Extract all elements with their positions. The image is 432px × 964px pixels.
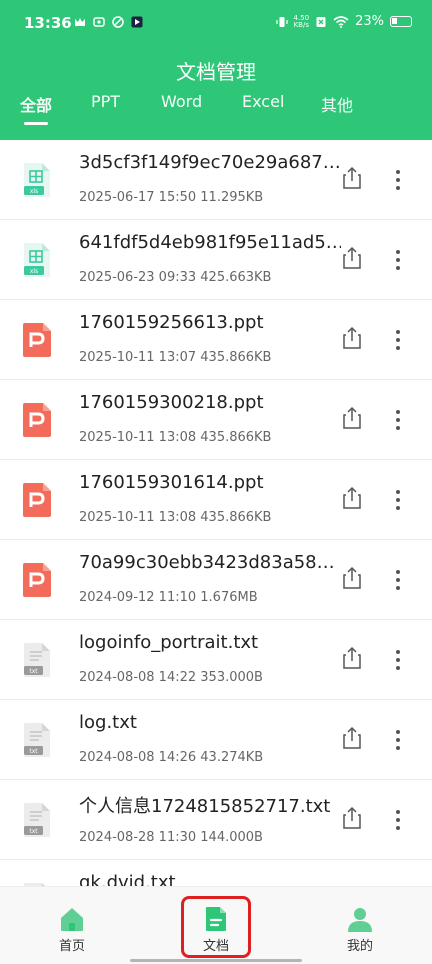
- ppt-file-icon: [23, 563, 51, 597]
- play-notification-icon: [131, 16, 143, 28]
- app-notification-icon: [93, 17, 105, 27]
- more-options-icon[interactable]: [390, 808, 406, 832]
- svg-text:txt: txt: [29, 668, 38, 675]
- svg-text:txt: txt: [29, 828, 38, 835]
- more-options-icon[interactable]: [390, 568, 406, 592]
- tab-other[interactable]: 其他: [321, 92, 353, 116]
- file-name: 1760159256613.ppt: [79, 312, 264, 333]
- ppt-file-icon: [23, 483, 51, 517]
- file-row[interactable]: txt log.txt 2024-08-08 14:26 43.274KB: [0, 700, 432, 780]
- share-icon[interactable]: [341, 726, 363, 750]
- file-row[interactable]: txt 个人信息1724815852717.txt 2024-08-28 11:…: [0, 780, 432, 860]
- text-file-icon: txt: [24, 643, 50, 677]
- nav-highlight-frame: [181, 896, 251, 958]
- file-meta: 2024-08-08 14:22 353.000B: [79, 670, 263, 685]
- file-name: 1760159301614.ppt: [79, 472, 264, 493]
- tab-ppt[interactable]: PPT: [91, 92, 120, 111]
- file-name: 个人信息1724815852717.txt: [79, 796, 331, 817]
- svg-text:txt: txt: [29, 748, 38, 755]
- more-options-icon[interactable]: [390, 328, 406, 352]
- battery-icon: [390, 16, 412, 27]
- text-file-icon: txt: [24, 723, 50, 757]
- status-right: 4.50 KB/s 23%: [275, 13, 412, 29]
- file-meta: 2025-06-23 09:33 425.663KB: [79, 270, 272, 285]
- more-options-icon[interactable]: [390, 248, 406, 272]
- ppt-file-icon: [23, 323, 51, 357]
- tab-indicator: [24, 122, 48, 125]
- share-icon[interactable]: [341, 246, 363, 270]
- status-bar: 13:36 4.50 KB/s 23%: [0, 0, 432, 50]
- tab-excel[interactable]: Excel: [242, 92, 284, 111]
- vibrate-icon: [275, 16, 288, 27]
- page-title: 文档管理: [176, 60, 256, 84]
- leaf-notification-icon: [112, 16, 124, 28]
- file-meta: 2025-06-17 15:50 11.295KB: [79, 190, 264, 205]
- nav-home-label: 首页: [58, 939, 85, 954]
- share-icon[interactable]: [341, 486, 363, 510]
- ppt-file-icon: [23, 403, 51, 437]
- status-time: 13:36: [24, 14, 72, 32]
- nav-home[interactable]: 首页: [32, 887, 112, 963]
- no-sim-icon: [316, 16, 326, 27]
- share-icon[interactable]: [341, 166, 363, 190]
- tab-word[interactable]: Word: [161, 92, 202, 111]
- share-icon[interactable]: [341, 646, 363, 670]
- file-name: 641fdf5d4eb981f95e11ad5…: [79, 232, 341, 253]
- tab-all[interactable]: 全部: [20, 92, 52, 116]
- share-icon[interactable]: [341, 806, 363, 830]
- file-name: 1760159300218.ppt: [79, 392, 264, 413]
- more-options-icon[interactable]: [390, 648, 406, 672]
- more-options-icon[interactable]: [390, 728, 406, 752]
- more-options-icon[interactable]: [390, 488, 406, 512]
- file-meta: 2025-10-11 13:08 435.866KB: [79, 430, 272, 445]
- file-meta: 2024-09-12 11:10 1.676MB: [79, 590, 258, 605]
- file-name: logoinfo_portrait.txt: [79, 632, 259, 653]
- svg-text:xls: xls: [30, 188, 38, 195]
- more-options-icon[interactable]: [390, 168, 406, 192]
- share-icon[interactable]: [341, 406, 363, 430]
- file-row[interactable]: 1760159300218.ppt 2025-10-11 13:08 435.8…: [0, 380, 432, 460]
- battery-percent: 23%: [355, 14, 384, 29]
- notification-icons: [74, 16, 143, 28]
- file-row[interactable]: xls 3d5cf3f149f9ec70e29a687… 2025-06-17 …: [0, 140, 432, 220]
- file-meta: 2024-08-28 11:30 144.000B: [79, 830, 263, 845]
- excel-file-icon: xls: [24, 163, 50, 197]
- file-name: 70a99c30ebb3423d83a58…: [79, 552, 335, 573]
- file-row[interactable]: 70a99c30ebb3423d83a58… 2024-09-12 11:10 …: [0, 540, 432, 620]
- app-header: 13:36 4.50 KB/s 23% 文档管理 全部 PPT Word Exc…: [0, 0, 432, 140]
- svg-text:xls: xls: [30, 268, 38, 275]
- file-name: 3d5cf3f149f9ec70e29a687…: [79, 152, 341, 173]
- home-icon: [61, 908, 83, 931]
- nav-profile[interactable]: 我的: [320, 887, 400, 963]
- home-indicator[interactable]: [130, 959, 302, 962]
- tab-bar: 全部 PPT Word Excel 其他: [0, 92, 432, 132]
- crown-icon: [75, 18, 85, 26]
- file-meta: 2024-08-08 14:26 43.274KB: [79, 750, 264, 765]
- file-row[interactable]: xls 641fdf5d4eb981f95e11ad5… 2025-06-23 …: [0, 220, 432, 300]
- file-row[interactable]: txt logoinfo_portrait.txt 2024-08-08 14:…: [0, 620, 432, 700]
- file-list: xls 3d5cf3f149f9ec70e29a687… 2025-06-17 …: [0, 140, 432, 940]
- more-options-icon[interactable]: [390, 408, 406, 432]
- file-row[interactable]: 1760159256613.ppt 2025-10-11 13:07 435.8…: [0, 300, 432, 380]
- share-icon[interactable]: [341, 566, 363, 590]
- wifi-icon: [333, 15, 349, 28]
- share-icon[interactable]: [341, 326, 363, 350]
- nav-profile-label: 我的: [346, 939, 373, 954]
- network-speed: 4.50 KB/s: [293, 13, 310, 29]
- file-meta: 2025-10-11 13:08 435.866KB: [79, 510, 272, 525]
- text-file-icon: txt: [24, 803, 50, 837]
- file-name: log.txt: [79, 712, 137, 733]
- excel-file-icon: xls: [24, 243, 50, 277]
- profile-icon: [348, 908, 372, 932]
- file-meta: 2025-10-11 13:07 435.866KB: [79, 350, 272, 365]
- file-row[interactable]: 1760159301614.ppt 2025-10-11 13:08 435.8…: [0, 460, 432, 540]
